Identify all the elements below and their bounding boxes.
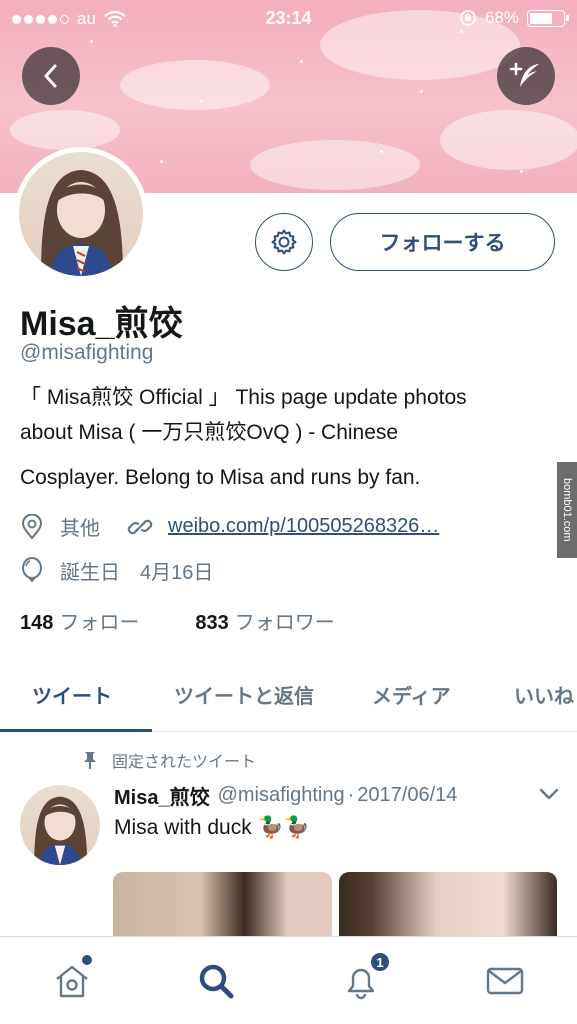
avatar-photo (34, 796, 88, 865)
profile-tabs: ツイート ツイートと返信 メディア いいね (0, 664, 577, 732)
tweet-author-handle: @misafighting (217, 784, 345, 806)
profile-meta-birthday: 誕生日 4月16日 (20, 556, 213, 585)
profile-avatar[interactable] (14, 147, 148, 281)
watermark-text: bomb01.com (561, 478, 573, 542)
profile-birthday: 誕生日 4月16日 (60, 562, 214, 584)
follow-button[interactable]: フォローする (330, 213, 555, 271)
profile-display-name: Misa_煎饺 (20, 305, 183, 343)
pin-icon (84, 752, 96, 769)
battery-percent: 68% (484, 8, 519, 27)
search-tab[interactable] (196, 961, 236, 1006)
tweet-separator: · (347, 784, 355, 806)
tweet-author-name[interactable]: Misa_煎饺 (114, 781, 210, 810)
follow-counts: 148 フォロー 833 フォロワー (20, 606, 335, 635)
following-count: 148 (20, 612, 54, 634)
home-icon (56, 965, 88, 998)
followers-count-link[interactable]: 833 フォロワー (195, 606, 334, 635)
profile-website-link[interactable]: weibo.com/p/100505268326… (168, 515, 439, 538)
profile-settings-button[interactable] (255, 213, 313, 271)
bottom-tab-bar: 1 (0, 936, 577, 1024)
status-bar: au 23:14 68% (0, 0, 577, 38)
bio-line: Cosplayer. Belong to Misa and runs by fa… (20, 466, 421, 489)
bio-line: 「 Misa煎饺 Official 」 This page update pho… (20, 386, 467, 409)
back-button[interactable] (22, 47, 80, 105)
messages-tab[interactable] (485, 961, 525, 1006)
tab-tweets[interactable]: ツイート (32, 680, 112, 709)
avatar-photo (41, 170, 123, 276)
pinned-tweet-label: 固定されたツイート (82, 748, 256, 772)
balloon-icon (22, 556, 42, 583)
following-label: フォロー (59, 612, 140, 634)
tweet-author-avatar[interactable] (20, 785, 100, 865)
chevron-down-icon[interactable] (538, 786, 560, 802)
tab-tweets-and-replies[interactable]: ツイートと返信 (174, 680, 314, 709)
home-unread-dot (82, 955, 92, 965)
compose-tweet-button[interactable] (497, 47, 555, 105)
watermark: bomb01.com (557, 462, 577, 558)
profile-meta-location-website: 其他 weibo.com/p/100505268326… (20, 512, 439, 541)
active-tab-indicator (0, 729, 152, 732)
followers-count: 833 (195, 612, 229, 634)
bio-line: about Misa ( 一万只煎饺OvQ ) - Chinese (20, 421, 399, 444)
tab-media[interactable]: メディア (372, 680, 451, 709)
profile-bio: 「 Misa煎饺 Official 」 This page update pho… (20, 380, 560, 450)
tweet-date: 2017/06/14 (357, 784, 458, 806)
plus-feather-icon (509, 62, 539, 87)
link-icon (127, 519, 153, 534)
following-count-link[interactable]: 148 フォロー (20, 606, 139, 635)
notifications-badge: 1 (369, 951, 391, 973)
profile-location: 其他 (60, 518, 100, 540)
notifications-tab[interactable]: 1 (341, 951, 391, 1006)
profile-handle: @misafighting (20, 341, 154, 364)
tweet-photo[interactable] (339, 872, 557, 938)
tab-likes[interactable]: いいね (514, 680, 574, 709)
home-tab[interactable] (52, 955, 92, 1006)
rotation-lock-icon (460, 10, 476, 26)
envelope-icon (486, 967, 524, 995)
battery-icon (527, 9, 569, 27)
tweet-photo[interactable] (113, 872, 332, 938)
pinned-label-text: 固定されたツイート (112, 754, 257, 771)
gear-icon (271, 229, 297, 255)
tweet-text: Misa with duck 🦆🦆 (114, 816, 310, 839)
chevron-left-icon (44, 64, 57, 88)
followers-label: フォロワー (234, 612, 335, 634)
location-pin-icon (21, 513, 43, 540)
search-icon (199, 964, 234, 999)
tweet-header: Misa_煎饺 @misafighting · 2017/06/14 (114, 781, 457, 810)
